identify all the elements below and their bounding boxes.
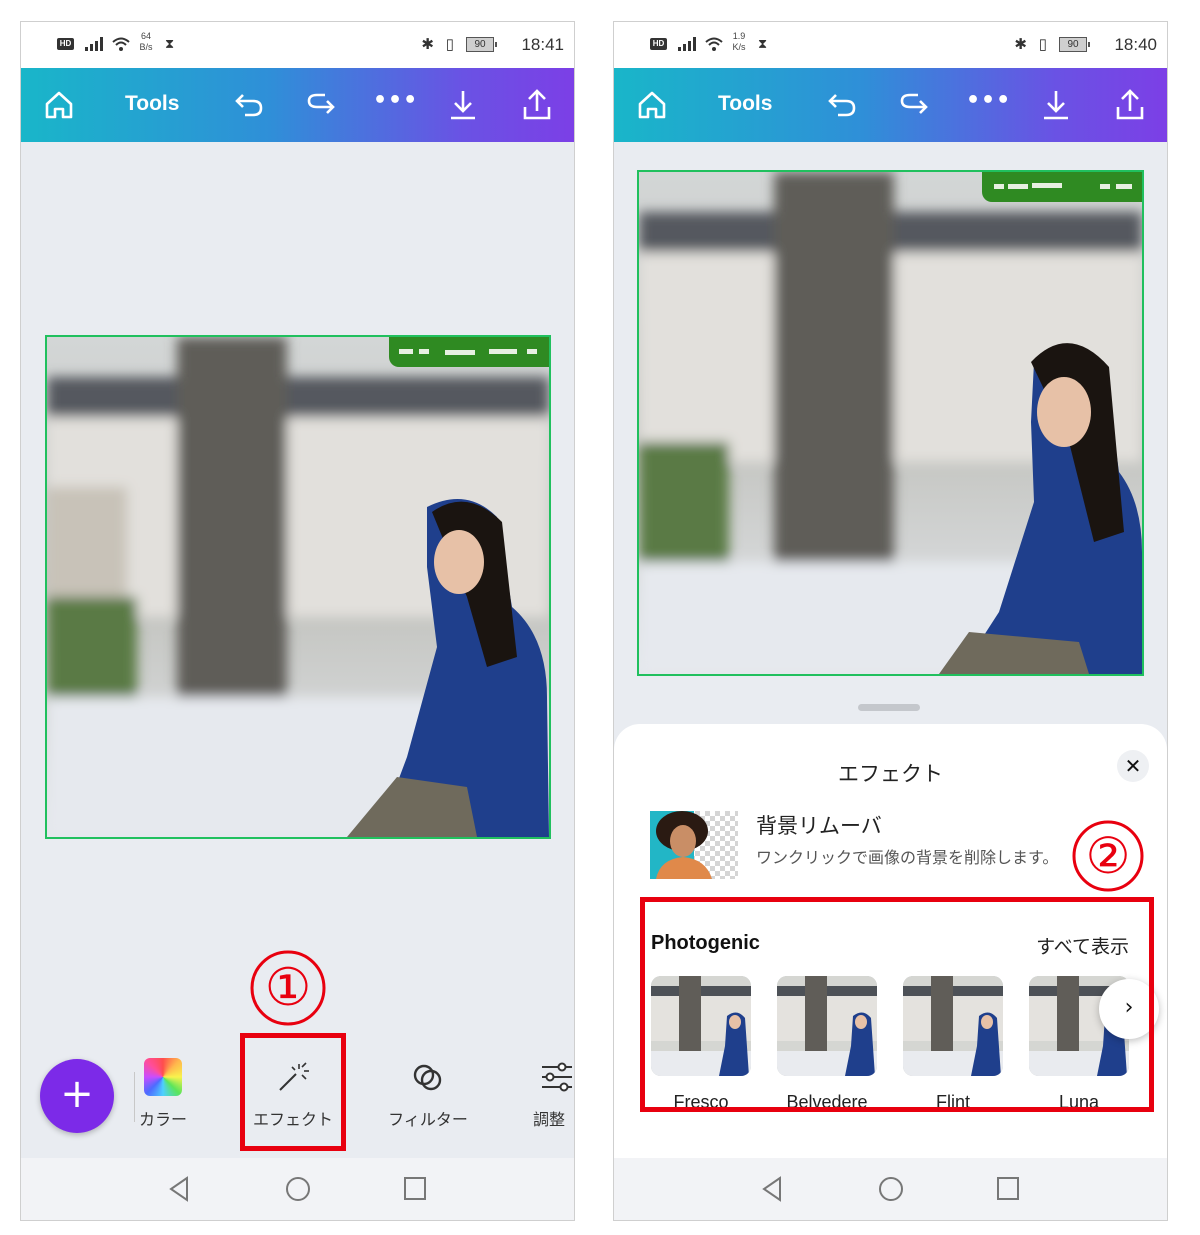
- close-icon: ✕: [1124, 754, 1142, 778]
- color-palette-icon: [144, 1058, 182, 1096]
- tool-filter-label: フィルター: [388, 1110, 468, 1129]
- redo-icon[interactable]: [303, 87, 339, 123]
- tool-adjust-label: 調整: [533, 1110, 566, 1129]
- highlight-photogenic-box: [640, 897, 1154, 1112]
- canvas-photo[interactable]: [45, 335, 551, 839]
- sheet-drag-handle[interactable]: [858, 704, 920, 711]
- network-speed: 64 B/s: [139, 31, 153, 52]
- back-icon[interactable]: [167, 1176, 191, 1202]
- highlight-effects-box: [240, 1033, 346, 1151]
- bg-remover-thumbnail[interactable]: [650, 811, 738, 879]
- battery-indicator: 90: [1059, 37, 1090, 52]
- recents-icon[interactable]: [996, 1176, 1020, 1202]
- status-bar: HD 1.9 K/s ⧗ ✱ ▯ 90 18:40: [614, 22, 1167, 68]
- tool-color-label: カラー: [138, 1110, 187, 1129]
- tool-color[interactable]: カラー: [133, 1058, 193, 1130]
- bg-remover-preview: [650, 811, 712, 879]
- status-time: 18:40: [1114, 35, 1157, 54]
- tool-filter[interactable]: フィルター: [383, 1058, 473, 1130]
- wifi-icon: [705, 37, 723, 51]
- add-button[interactable]: +: [40, 1059, 114, 1133]
- download-icon[interactable]: [445, 87, 481, 123]
- home-icon[interactable]: [41, 87, 77, 123]
- status-bar: HD 64 B/s ⧗ ✱ ▯ 90 18:41: [21, 22, 574, 68]
- network-speed: 1.9 K/s: [732, 31, 746, 52]
- hourglass-icon: ⧗: [758, 36, 768, 51]
- android-nav-bar: [614, 1158, 1167, 1220]
- download-icon[interactable]: [1038, 87, 1074, 123]
- bluetooth-icon: ✱: [421, 36, 434, 53]
- recents-icon[interactable]: [403, 1176, 427, 1202]
- undo-icon[interactable]: [824, 87, 860, 123]
- bluetooth-icon: ✱: [1014, 36, 1027, 53]
- sheet-title: エフェクト: [838, 762, 943, 786]
- redo-icon[interactable]: [896, 87, 932, 123]
- home-nav-icon[interactable]: [285, 1176, 311, 1202]
- android-nav-bar: [21, 1158, 574, 1220]
- portrait-photo: [47, 337, 549, 837]
- bg-remover-description: ワンクリックで画像の背景を削除します。: [756, 848, 1059, 867]
- status-time: 18:41: [521, 35, 564, 54]
- sliders-icon: [542, 1062, 572, 1092]
- portrait-photo: [639, 172, 1142, 674]
- watermark-badge: [389, 337, 549, 367]
- signal-icon: [678, 37, 696, 51]
- filter-circles-icon: [413, 1064, 442, 1091]
- hourglass-icon: ⧗: [165, 36, 175, 51]
- share-icon[interactable]: [519, 87, 555, 123]
- battery-indicator: 90: [466, 37, 497, 52]
- vibrate-icon: ▯: [445, 36, 454, 53]
- home-nav-icon[interactable]: [878, 1176, 904, 1202]
- home-icon[interactable]: [634, 87, 670, 123]
- canvas-photo[interactable]: [637, 170, 1144, 676]
- more-options-icon[interactable]: •••: [373, 88, 418, 113]
- close-button[interactable]: ✕: [1117, 750, 1149, 782]
- bg-remover-title[interactable]: 背景リムーバ: [756, 810, 882, 840]
- hd-icon: HD: [650, 38, 667, 50]
- tools-menu[interactable]: Tools: [718, 92, 772, 116]
- tool-adjust[interactable]: 調整: [533, 1058, 574, 1130]
- top-toolbar: Tools •••: [21, 68, 574, 142]
- vibrate-icon: ▯: [1038, 36, 1047, 53]
- annotation-label-1: ①: [264, 958, 312, 1018]
- back-icon[interactable]: [760, 1176, 784, 1202]
- share-icon[interactable]: [1112, 87, 1148, 123]
- plus-icon: +: [60, 1071, 94, 1117]
- wifi-icon: [112, 37, 130, 51]
- undo-icon[interactable]: [231, 87, 267, 123]
- signal-icon: [85, 37, 103, 51]
- top-toolbar: Tools •••: [614, 68, 1167, 142]
- watermark-badge: [982, 172, 1142, 202]
- more-options-icon[interactable]: •••: [966, 88, 1011, 113]
- annotation-label-2: ②: [1085, 827, 1131, 885]
- tools-menu[interactable]: Tools: [125, 92, 179, 116]
- hd-icon: HD: [57, 38, 74, 50]
